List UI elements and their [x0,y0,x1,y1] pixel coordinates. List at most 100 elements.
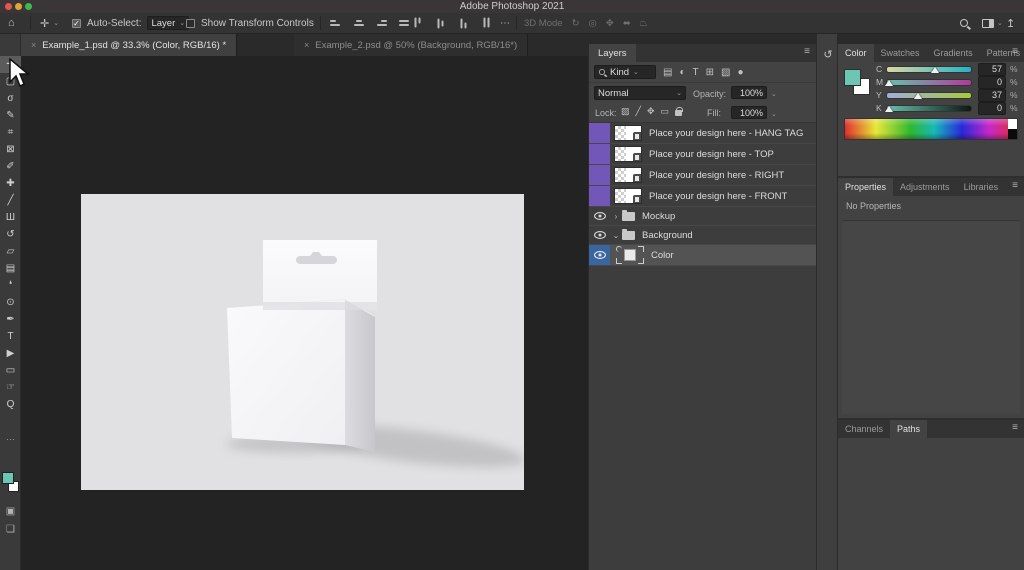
layer-thumbnail[interactable] [614,167,642,183]
tab-paths[interactable]: Paths [890,420,927,438]
slider-thumb[interactable] [914,93,922,99]
history-brush-tool[interactable]: ↺ [0,226,21,243]
group-expand-icon[interactable]: ⌄ [610,231,622,240]
path-selection-tool[interactable]: ▶ [0,345,21,362]
slider-thumb[interactable] [885,106,893,112]
home-icon[interactable]: ⌂ [8,17,15,29]
layer-row-hang-tag[interactable]: Place your design here - HANG TAG [589,123,816,144]
show-transform-controls-checkbox[interactable] [186,19,195,28]
tab-swatches[interactable]: Swatches [874,44,927,62]
distribute-spacing-icon[interactable] [484,18,490,29]
cyan-value-field[interactable]: 57 [978,63,1006,76]
tab-color[interactable]: Color [838,44,874,62]
color-swatch-control[interactable] [2,472,20,498]
layer-thumbnail[interactable] [614,125,642,141]
workspace-switcher-icon[interactable] [982,19,994,28]
layer-thumbnail[interactable] [614,188,642,204]
quick-selection-tool[interactable]: ✎ [0,107,21,124]
brush-tool[interactable]: ╱ [0,192,21,209]
foreground-color-swatch[interactable] [2,472,14,484]
layer-name[interactable]: Place your design here - RIGHT [649,170,784,181]
filter-shape-layers-icon[interactable]: ⊞ [706,67,714,78]
blur-tool[interactable]: ❛ [0,277,21,294]
type-tool[interactable]: T [0,328,21,345]
document-tab-1[interactable]: × Example_1.psd @ 33.3% (Color, RGB/16) … [21,34,237,56]
lock-all-icon[interactable] [675,110,682,116]
tab-adjustments[interactable]: Adjustments [893,178,957,196]
tab-libraries[interactable]: Libraries [957,178,1006,196]
filter-toggle-icon[interactable]: ● [737,67,743,78]
dodge-tool[interactable]: ⊙ [0,294,21,311]
distribute-left-icon[interactable] [415,18,421,29]
workspace-chevron-icon[interactable]: ⌄ [997,19,1003,27]
fill-chevron-icon[interactable]: ⌄ [771,110,777,118]
lasso-tool[interactable]: σ [0,90,21,107]
document-canvas-image[interactable] [81,194,524,490]
layer-name[interactable]: Color [651,250,674,261]
paths-panel-menu-icon[interactable]: ≡ [1012,423,1018,433]
layer-row-right[interactable]: Place your design here - RIGHT [589,165,816,186]
color-spectrum-ramp[interactable] [844,118,1018,140]
layer-name[interactable]: Place your design here - HANG TAG [649,128,803,139]
tool-preset-chevron-icon[interactable]: ⌄ [53,19,59,27]
canvas-area[interactable] [21,56,588,570]
layer-color-label[interactable] [589,123,610,143]
group-collapse-icon[interactable]: › [610,212,622,221]
layer-name[interactable]: Place your design here - FRONT [649,191,787,202]
more-align-options-icon[interactable]: ⋯ [500,18,510,29]
layer-name[interactable]: Mockup [642,211,675,222]
align-right-edges-icon[interactable] [376,20,387,26]
opacity-chevron-icon[interactable]: ⌄ [771,90,777,98]
opacity-value[interactable]: 100% [731,86,767,99]
filter-pixel-layers-icon[interactable]: ▤ [663,67,672,78]
black-value-field[interactable]: 0 [978,102,1006,115]
align-left-edges-icon[interactable] [330,20,341,26]
cyan-slider[interactable] [886,66,972,73]
auto-select-checkbox[interactable]: ✓ [72,19,81,28]
close-tab-icon[interactable]: × [31,40,36,50]
spectrum-black-swatch[interactable] [1008,129,1017,139]
black-slider[interactable] [886,105,972,112]
lock-image-pixels-icon[interactable]: ╱ [636,106,641,117]
yellow-value-field[interactable]: 37 [978,89,1006,102]
slider-thumb[interactable] [931,67,939,73]
screen-mode-icon[interactable]: ❏ [0,524,21,535]
hand-tool[interactable]: ☞ [0,379,21,396]
layer-color-label[interactable] [589,144,610,164]
layers-panel-menu-icon[interactable]: ≡ [804,47,810,57]
visibility-eye-icon[interactable] [589,212,610,220]
lock-position-icon[interactable]: ✥ [647,106,655,117]
color-panel-menu-icon[interactable]: ≡ [1012,47,1018,57]
layer-row-color[interactable]: Color [589,245,816,266]
visibility-eye-icon[interactable] [589,231,610,239]
edit-toolbar-icon[interactable]: ⋯ [0,434,21,445]
zoom-tool[interactable]: Q [0,396,21,413]
share-icon[interactable]: ↥ [1006,17,1015,30]
close-tab-icon[interactable]: × [304,40,309,50]
filter-smart-objects-icon[interactable]: ▧ [721,67,730,78]
tab-layers[interactable]: Layers [589,44,636,62]
layer-row-top[interactable]: Place your design here - TOP [589,144,816,165]
foreground-color-swatch[interactable] [844,69,861,86]
clone-stamp-tool[interactable]: Ш [0,209,21,226]
filter-adjustment-layers-icon[interactable]: ◐ [679,67,685,78]
distribute-center-icon[interactable] [438,18,444,29]
frame-tool[interactable]: ⊠ [0,141,21,158]
layer-filter-kind-dropdown[interactable]: Kind⌄ [594,65,656,79]
lock-artboard-icon[interactable]: ▭ [660,106,669,117]
slider-thumb[interactable] [885,80,893,86]
layer-row-background[interactable]: ⌄ Background [589,226,816,245]
crop-tool[interactable]: ⌗ [0,124,21,141]
fill-value[interactable]: 100% [731,106,767,119]
magenta-slider[interactable] [886,79,972,86]
distribute-right-icon[interactable] [461,18,467,29]
quick-mask-mode-icon[interactable]: ▣ [0,506,21,517]
layer-name[interactable]: Background [642,230,693,241]
visibility-eye-icon[interactable] [589,245,610,265]
tab-properties[interactable]: Properties [838,178,893,196]
layer-row-mockup[interactable]: › Mockup [589,207,816,226]
layer-name[interactable]: Place your design here - TOP [649,149,774,160]
tab-gradients[interactable]: Gradients [927,44,980,62]
align-top-edges-icon[interactable] [399,20,410,26]
fill-layer-thumbnail[interactable] [616,246,644,264]
